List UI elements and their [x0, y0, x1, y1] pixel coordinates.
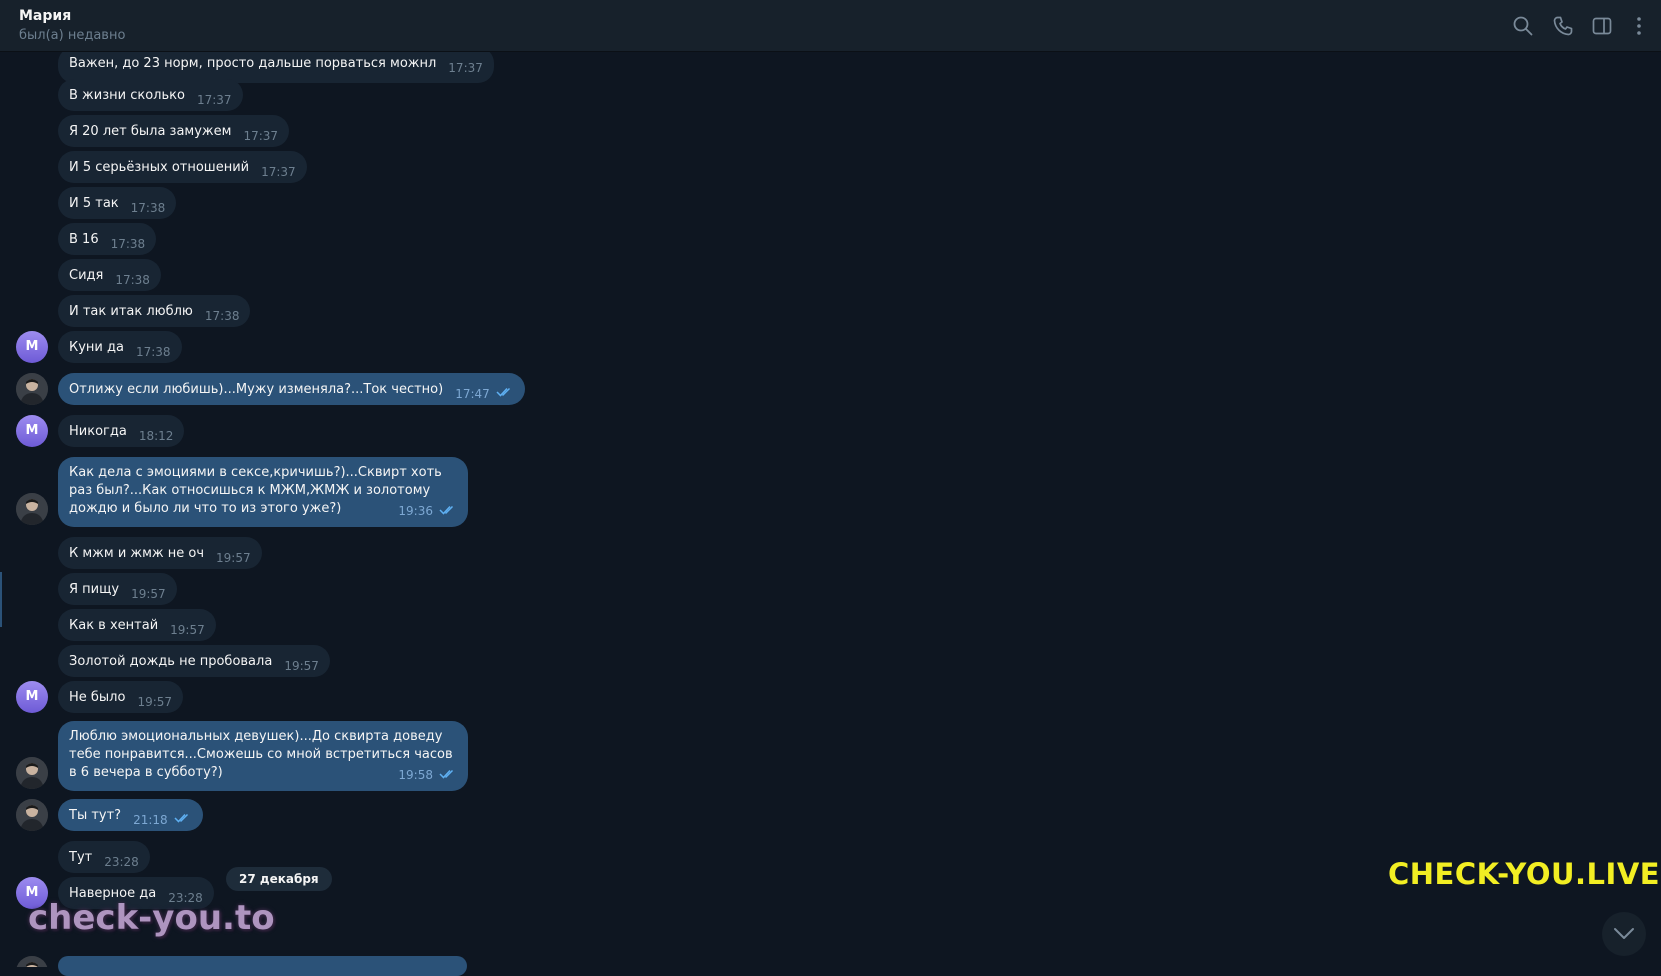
message-time: 17:37 — [448, 61, 483, 75]
selection-strip — [0, 572, 2, 627]
chat-status: был(а) недавно — [19, 28, 126, 43]
user-avatar[interactable] — [16, 493, 48, 525]
message-text: И так итак люблю — [69, 304, 193, 319]
more-icon[interactable] — [1627, 14, 1651, 38]
message-time: 17:47 — [455, 387, 490, 401]
message-time: 19:57 — [137, 695, 173, 709]
message-bubble[interactable]: Сидя 17:38 — [58, 259, 161, 291]
message-bubble[interactable]: К мжм и жмж не оч 19:57 — [58, 537, 262, 569]
message-text: К мжм и жмж не оч — [69, 546, 205, 561]
message-bubble[interactable]: Никогда 18:12 — [58, 415, 185, 447]
message-time: 17:37 — [261, 165, 296, 179]
message-time: 18:12 — [138, 429, 174, 443]
message-text: И 5 так — [69, 196, 119, 211]
message-text: Никогда — [69, 424, 127, 439]
message-time: 17:38 — [204, 309, 240, 323]
message-bubble-partial[interactable] — [58, 956, 467, 976]
message-time: 19:57 — [170, 623, 205, 637]
message-bubble[interactable]: Как дела с эмоциями в сексе,кричишь?)...… — [58, 457, 468, 527]
sidebar-icon[interactable] — [1590, 14, 1614, 38]
message-bubble[interactable]: И 5 серьёзных отношений 17:37 — [58, 151, 307, 183]
message-bubble[interactable]: В жизни сколько 17:37 — [58, 79, 243, 111]
message-bubble[interactable]: Отлижу если любишь)...Мужу изменяла?...Т… — [58, 373, 525, 405]
read-ticks-icon — [439, 767, 457, 785]
message-bubble[interactable]: Тут 23:28 — [58, 841, 150, 873]
message-time: 17:38 — [110, 237, 146, 251]
message-bubble[interactable]: Ты тут? 21:18 — [58, 799, 203, 831]
search-icon[interactable] — [1511, 14, 1535, 38]
message-text: Тут — [69, 850, 93, 865]
message-bubble[interactable]: И так итак люблю 17:38 — [58, 295, 251, 327]
message-text: Сидя — [69, 268, 104, 283]
message-time: 17:37 — [243, 129, 279, 143]
read-ticks-icon — [496, 385, 514, 403]
message-bubble[interactable]: Я пищу 19:57 — [58, 573, 177, 605]
message-time: 17:38 — [135, 345, 171, 359]
message-text: В жизни сколько — [69, 88, 185, 103]
scroll-down-button[interactable] — [1602, 912, 1646, 956]
message-list[interactable]: Важен, до 23 норм, просто дальше порвать… — [0, 52, 1661, 967]
user-avatar[interactable] — [16, 373, 48, 405]
message-text: Ты тут? — [69, 808, 122, 823]
message-time: 17:38 — [130, 201, 166, 215]
message-text: Не было — [69, 690, 126, 705]
chat-header: Мария был(а) недавно — [0, 0, 1661, 52]
read-ticks-icon — [174, 811, 192, 829]
message-time: 19:58 — [398, 768, 433, 782]
message-bubble[interactable]: Я 20 лет была замужем 17:37 — [58, 115, 290, 147]
user-avatar[interactable] — [16, 757, 48, 789]
message-text: В 16 — [69, 232, 99, 247]
message-bubble[interactable]: Золотой дождь не пробовала 19:57 — [58, 645, 330, 677]
message-time: 21:18 — [133, 813, 168, 827]
message-bubble[interactable]: Не было 19:57 — [58, 681, 184, 713]
message-bubble[interactable]: Люблю эмоциональных девушек)...До сквирт… — [58, 721, 468, 791]
message-bubble[interactable]: И 5 так 17:38 — [58, 187, 177, 219]
contact-avatar[interactable]: М — [16, 331, 48, 363]
message-text: И 5 серьёзных отношений — [69, 160, 250, 175]
phone-icon[interactable] — [1551, 14, 1575, 38]
message-time: 23:28 — [104, 855, 139, 869]
message-text: Куни да — [69, 340, 124, 355]
watermark-bottom: check-you.to — [28, 898, 275, 938]
message-text: Отлижу если любишь)...Мужу изменяла?...Т… — [69, 382, 444, 397]
message-text: Важен, до 23 норм, просто дальше порвать… — [69, 56, 437, 71]
message-text: Как в хентай — [69, 618, 159, 633]
message-bubble[interactable]: Куни да 17:38 — [58, 331, 182, 363]
user-avatar[interactable] — [16, 956, 48, 967]
message-time: 17:37 — [196, 93, 232, 107]
message-text: Я 20 лет была замужем — [69, 124, 232, 139]
chat-title[interactable]: Мария — [19, 8, 71, 24]
message-text: Я пищу — [69, 582, 120, 597]
message-text: Золотой дождь не пробовала — [69, 654, 273, 669]
message-time: 19:36 — [398, 504, 433, 518]
user-avatar[interactable] — [16, 799, 48, 831]
contact-avatar[interactable]: М — [16, 415, 48, 447]
read-ticks-icon — [439, 503, 457, 521]
date-separator: 27 декабря — [226, 867, 332, 891]
message-time: 19:57 — [131, 587, 166, 601]
message-time: 19:57 — [216, 551, 251, 565]
message-bubble[interactable]: В 16 17:38 — [58, 223, 157, 255]
contact-avatar[interactable]: М — [16, 681, 48, 713]
message-time: 17:38 — [115, 273, 150, 287]
message-time: 19:57 — [284, 659, 319, 673]
watermark-top: CHECK-YOU.LIVE — [1388, 857, 1661, 891]
message-bubble[interactable]: Как в хентай 19:57 — [58, 609, 216, 641]
